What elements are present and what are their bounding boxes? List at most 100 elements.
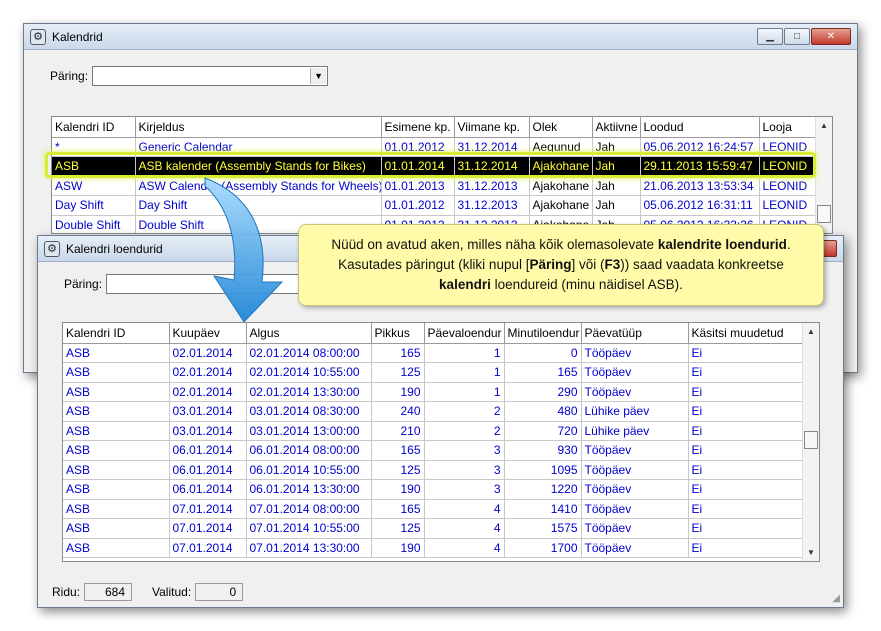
- scroll-up-icon[interactable]: ▲: [803, 323, 819, 340]
- table-cell: 07.01.2014: [169, 499, 247, 519]
- table-row[interactable]: ASB 02.01.2014 02.01.2014 13:30:00 190 1 290 T…: [63, 382, 805, 402]
- table-cell: Tööpäev: [581, 362, 689, 383]
- table-row[interactable]: ASB 06.01.2014 06.01.2014 10:55:00 125 3 1095…: [63, 460, 805, 480]
- minimize-icon[interactable]: ▁: [757, 28, 783, 45]
- table-row[interactable]: * Generic Calendar 01.01.2012 31.12.2014 Aeg…: [52, 137, 818, 157]
- table-row[interactable]: ASB ASB kalender (Assembly Stands for Bik…: [52, 156, 818, 177]
- table-cell: Lühike päev: [581, 401, 689, 422]
- column-header[interactable]: Viimane kp.: [454, 117, 530, 138]
- table-cell: Ei: [688, 421, 805, 441]
- table-cell: *: [52, 137, 136, 157]
- table-cell: 190: [371, 479, 425, 500]
- table-cell: Day Shift: [135, 195, 382, 216]
- counters-table: Kalendri ID Kuupäev Algus Pikkus Päevaloendu…: [63, 323, 805, 558]
- column-header[interactable]: Aktiivne: [592, 117, 641, 138]
- callout-text: Nüüd on avatud aken, milles näha kõik ol…: [331, 237, 658, 252]
- column-header[interactable]: Kirjeldus: [135, 117, 382, 138]
- resize-grip-icon[interactable]: ◢: [832, 593, 840, 604]
- table-cell: 21.06.2013 13:53:34: [640, 176, 760, 196]
- table-row[interactable]: ASB 07.01.2014 07.01.2014 10:55:00 125 4 1575…: [63, 518, 805, 539]
- column-header[interactable]: Kalendri ID: [52, 117, 136, 138]
- selected-label: Valitud:: [152, 585, 192, 599]
- calendars-header-row: Kalendri ID Kirjeldus Esimene kp. Viimane k…: [52, 117, 818, 138]
- table-cell: 02.01.2014: [169, 362, 247, 383]
- table-cell: 190: [371, 382, 425, 402]
- table-cell: LEONID: [759, 195, 818, 216]
- column-header[interactable]: Looja: [759, 117, 818, 138]
- table-row[interactable]: ASB 06.01.2014 06.01.2014 08:00:00 165 3 930 T…: [63, 440, 805, 461]
- scroll-up-icon[interactable]: ▲: [816, 117, 832, 134]
- callout-text: loendureid (minu näidisel ASB).: [490, 277, 683, 292]
- table-cell: 240: [371, 401, 425, 422]
- callout-text: Päring: [529, 257, 572, 272]
- column-header[interactable]: Pikkus: [371, 323, 425, 344]
- table-cell: 07.01.2014 13:30:00: [246, 538, 372, 558]
- column-header[interactable]: Käsitsi muudetud: [688, 323, 805, 344]
- table-cell: 125: [371, 460, 425, 480]
- table-cell: 0: [504, 343, 582, 363]
- query-combo[interactable]: [106, 274, 317, 294]
- scroll-thumb[interactable]: [804, 431, 818, 449]
- column-header[interactable]: Päevaloendur: [424, 323, 505, 344]
- table-cell: Ei: [688, 362, 805, 383]
- table-row[interactable]: ASW ASW Calendar (Assembly Stands for Whe…: [52, 176, 818, 196]
- close-icon[interactable]: ✕: [811, 28, 851, 45]
- column-header[interactable]: Päevatüüp: [581, 323, 689, 344]
- table-row[interactable]: ASB 07.01.2014 07.01.2014 08:00:00 165 4 1410…: [63, 499, 805, 519]
- counters-header-row: Kalendri ID Kuupäev Algus Pikkus Päevaloendu…: [63, 323, 805, 344]
- table-cell: 02.01.2014 13:30:00: [246, 382, 372, 402]
- table-cell: ASB: [63, 518, 170, 539]
- table-cell: ASW: [52, 176, 136, 196]
- calendars-titlebar[interactable]: ⚙ Kalendrid ▁ □ ✕: [24, 24, 857, 50]
- table-cell: LEONID: [759, 156, 818, 177]
- column-header[interactable]: Minutiloendur: [504, 323, 582, 344]
- query-combo[interactable]: ▼: [92, 66, 329, 86]
- status-bar: Ridu: 684 Valitud: 0: [38, 577, 843, 607]
- window-title: Kalendri loendurid: [66, 241, 163, 256]
- table-cell: 01.01.2014: [381, 156, 455, 177]
- table-cell: 01.01.2012: [381, 137, 455, 157]
- table-cell: 02.01.2014 08:00:00: [246, 343, 372, 363]
- table-cell: Ajakohane: [529, 156, 593, 177]
- table-row[interactable]: ASB 02.01.2014 02.01.2014 08:00:00 165 1 0 Töö…: [63, 343, 805, 363]
- table-row[interactable]: ASB 02.01.2014 02.01.2014 10:55:00 125 1 165 T…: [63, 362, 805, 383]
- instruction-callout: Nüüd on avatud aken, milles näha kõik ol…: [298, 224, 824, 306]
- column-header[interactable]: Olek: [529, 117, 593, 138]
- column-header[interactable]: Algus: [246, 323, 372, 344]
- table-cell: 1410: [504, 499, 582, 519]
- table-cell: 31.12.2014: [454, 156, 530, 177]
- table-cell: ASB: [52, 156, 136, 177]
- table-cell: Aegunud: [529, 137, 593, 157]
- table-cell: ASB: [63, 421, 170, 441]
- table-row[interactable]: Day Shift Day Shift 01.01.2012 31.12.2013 Aj…: [52, 195, 818, 216]
- calendars-scrollbar[interactable]: ▲: [815, 117, 832, 233]
- scroll-down-icon[interactable]: ▼: [803, 544, 819, 561]
- column-header[interactable]: Esimene kp.: [381, 117, 455, 138]
- table-cell: 03.01.2014 13:00:00: [246, 421, 372, 441]
- dropdown-arrow-icon[interactable]: ▼: [310, 68, 327, 84]
- maximize-icon[interactable]: □: [784, 28, 810, 45]
- table-cell: Jah: [592, 176, 641, 196]
- table-cell: 01.01.2012: [381, 195, 455, 216]
- table-cell: 06.01.2014 13:30:00: [246, 479, 372, 500]
- table-cell: 2: [424, 401, 505, 422]
- table-cell: 3: [424, 440, 505, 461]
- table-row[interactable]: ASB 06.01.2014 06.01.2014 13:30:00 190 3 1220…: [63, 479, 805, 500]
- counters-scrollbar[interactable]: ▲ ▼: [802, 323, 819, 561]
- table-cell: 05.06.2012 16:24:57: [640, 137, 760, 157]
- table-row[interactable]: ASB 03.01.2014 03.01.2014 08:30:00 240 2 480 L…: [63, 401, 805, 422]
- table-cell: 03.01.2014: [169, 421, 247, 441]
- table-cell: ASB: [63, 538, 170, 558]
- window-title: Kalendrid: [52, 29, 103, 44]
- table-cell: 190: [371, 538, 425, 558]
- table-row[interactable]: ASB 07.01.2014 07.01.2014 13:30:00 190 4 1700…: [63, 538, 805, 558]
- counters-body: ASB 02.01.2014 02.01.2014 08:00:00 165 1 0 Töö…: [63, 343, 805, 558]
- table-cell: 4: [424, 538, 505, 558]
- table-row[interactable]: ASB 03.01.2014 03.01.2014 13:00:00 210 2 720 L…: [63, 421, 805, 441]
- column-header[interactable]: Kuupäev: [169, 323, 247, 344]
- table-cell: 930: [504, 440, 582, 461]
- table-cell: Ei: [688, 401, 805, 422]
- column-header[interactable]: Loodud: [640, 117, 760, 138]
- column-header[interactable]: Kalendri ID: [63, 323, 170, 344]
- scroll-thumb[interactable]: [817, 205, 831, 223]
